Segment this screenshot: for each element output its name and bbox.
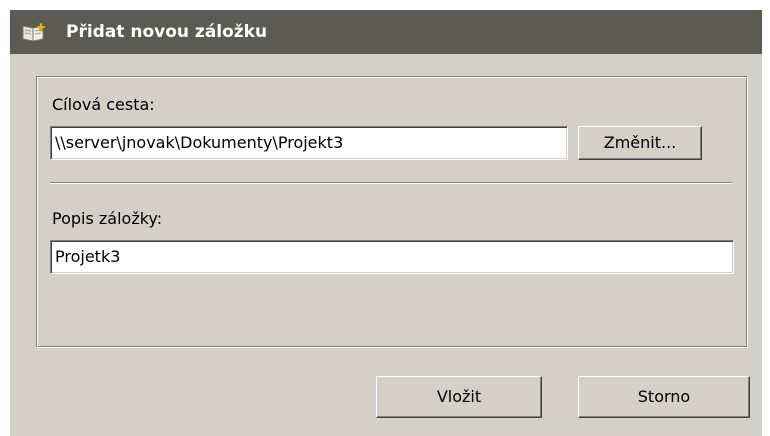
description-input[interactable]: Projetk3 bbox=[50, 240, 734, 274]
change-path-button[interactable]: Změnit... bbox=[578, 126, 702, 160]
separator bbox=[50, 182, 732, 184]
insert-button[interactable]: Vložit bbox=[376, 376, 542, 418]
target-path-label: Cílová cesta: bbox=[52, 95, 155, 114]
title-bar[interactable]: Přidat novou záložku bbox=[10, 10, 762, 54]
window-title: Přidat novou záložku bbox=[66, 22, 268, 42]
bookmark-add-icon bbox=[22, 22, 48, 42]
add-bookmark-dialog: Přidat novou záložku Cílová cesta: \\ser… bbox=[10, 10, 762, 436]
description-label: Popis záložky: bbox=[52, 209, 163, 228]
target-path-input[interactable]: \\server\jnovak\Dokumenty\Projekt3 bbox=[50, 126, 568, 160]
cancel-button[interactable]: Storno bbox=[578, 376, 750, 418]
